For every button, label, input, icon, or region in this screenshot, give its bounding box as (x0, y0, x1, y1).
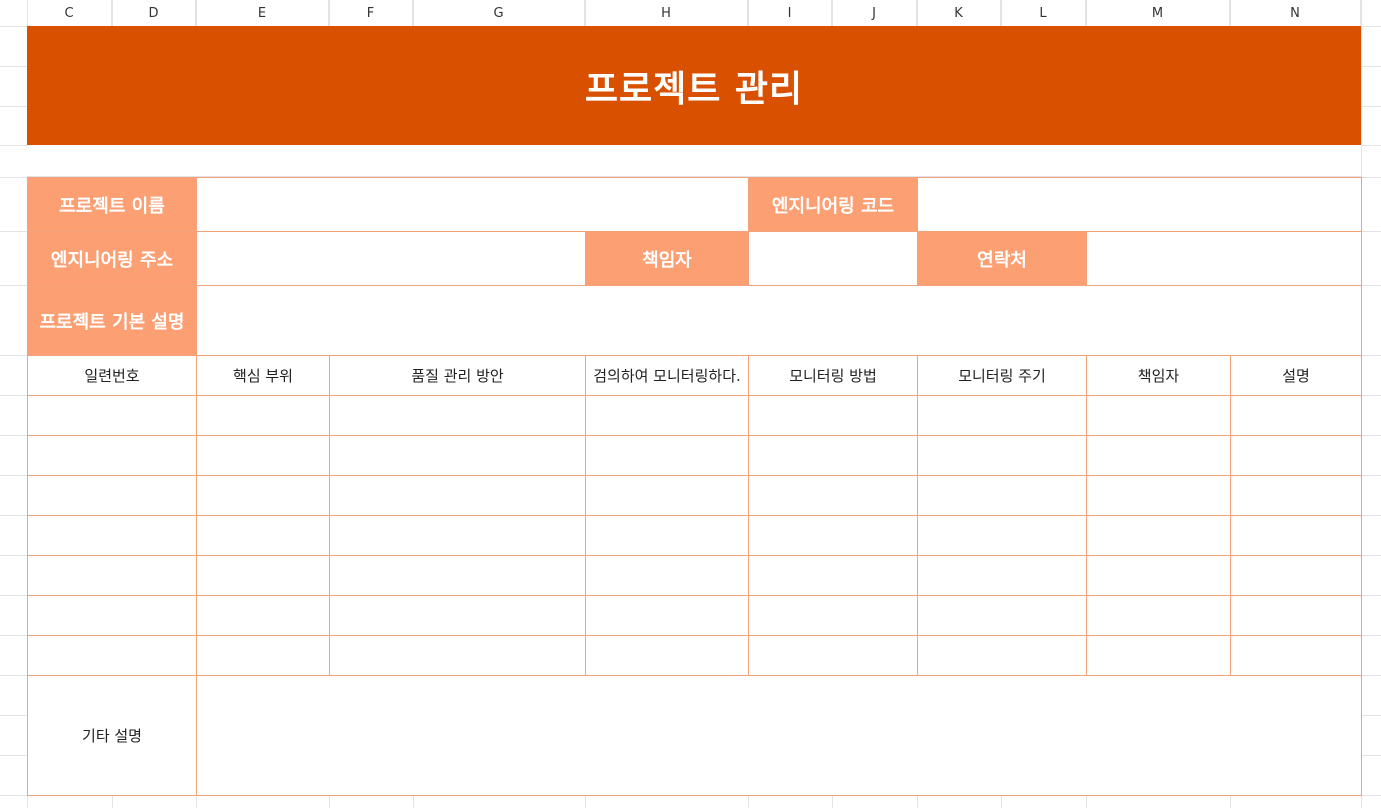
table-cell[interactable] (748, 635, 918, 676)
column-header-n[interactable]: N (1230, 0, 1361, 26)
table-cell[interactable] (917, 635, 1087, 676)
table-cell[interactable] (748, 475, 918, 516)
column-header-f[interactable]: F (329, 0, 413, 26)
table-cell[interactable] (196, 395, 330, 436)
table-header-description[interactable]: 설명 (1230, 355, 1362, 396)
table-cell[interactable] (917, 475, 1087, 516)
table-cell[interactable] (27, 515, 197, 556)
table-cell[interactable] (1086, 555, 1231, 596)
column-header-m[interactable]: M (1086, 0, 1230, 26)
table-cell[interactable] (27, 555, 197, 596)
table-cell[interactable] (585, 635, 749, 676)
column-header-l[interactable]: L (1001, 0, 1086, 26)
table-cell[interactable] (585, 435, 749, 476)
engineering-code-label[interactable]: 엔지니어링 코드 (748, 177, 918, 232)
table-cell[interactable] (196, 475, 330, 516)
column-header-k[interactable]: K (917, 0, 1001, 26)
table-cell[interactable] (27, 595, 197, 636)
table-cell[interactable] (196, 555, 330, 596)
table-cell[interactable] (27, 635, 197, 676)
table-cell[interactable] (585, 395, 749, 436)
table-cell[interactable] (585, 515, 749, 556)
engineering-address-label[interactable]: 엔지니어링 주소 (27, 231, 197, 286)
engineering-address-field[interactable] (196, 231, 586, 286)
table-cell[interactable] (585, 475, 749, 516)
table-header-cycle[interactable]: 모니터링 주기 (917, 355, 1087, 396)
table-cell[interactable] (748, 435, 918, 476)
table-cell[interactable] (917, 395, 1087, 436)
project-description-field[interactable] (196, 285, 1362, 356)
table-cell[interactable] (748, 595, 918, 636)
table-cell[interactable] (585, 555, 749, 596)
table-cell[interactable] (1086, 595, 1231, 636)
table-cell[interactable] (1230, 435, 1362, 476)
project-description-label[interactable]: 프로젝트 기본 설명 (27, 285, 197, 356)
table-cell[interactable] (329, 435, 586, 476)
table-header-responsible[interactable]: 책임자 (1086, 355, 1231, 396)
table-cell[interactable] (1230, 635, 1362, 676)
table-cell[interactable] (917, 435, 1087, 476)
table-header-serial[interactable]: 일련번호 (27, 355, 197, 396)
table-cell[interactable] (196, 515, 330, 556)
table-cell[interactable] (1230, 515, 1362, 556)
contact-label[interactable]: 연락처 (917, 231, 1087, 286)
table-header-quality-plan[interactable]: 품질 관리 방안 (329, 355, 586, 396)
table-cell[interactable] (1230, 475, 1362, 516)
table-cell[interactable] (1086, 515, 1231, 556)
table-cell[interactable] (917, 595, 1087, 636)
responsible-field[interactable] (748, 231, 918, 286)
column-header-h[interactable]: H (585, 0, 748, 26)
table-header-inspect[interactable]: 검의하여 모니터링하다. (585, 355, 749, 396)
project-name-label[interactable]: 프로젝트 이름 (27, 177, 197, 232)
contact-field[interactable] (1086, 231, 1362, 286)
table-header-key-part[interactable]: 핵심 부위 (196, 355, 330, 396)
table-cell[interactable] (329, 475, 586, 516)
title-banner[interactable]: 프로젝트 관리 (27, 26, 1361, 145)
other-notes-label[interactable]: 기타 설명 (27, 675, 197, 796)
table-cell[interactable] (329, 515, 586, 556)
table-header-method[interactable]: 모니터링 방법 (748, 355, 918, 396)
table-cell[interactable] (917, 515, 1087, 556)
project-name-field[interactable] (196, 177, 749, 232)
table-cell[interactable] (748, 515, 918, 556)
table-cell[interactable] (1086, 475, 1231, 516)
column-header-e[interactable]: E (196, 0, 329, 26)
table-cell[interactable] (1086, 435, 1231, 476)
table-cell[interactable] (196, 635, 330, 676)
table-cell[interactable] (329, 595, 586, 636)
table-cell[interactable] (196, 435, 330, 476)
spacer-row[interactable] (27, 145, 1361, 177)
table-cell[interactable] (1230, 555, 1362, 596)
column-header-j[interactable]: J (832, 0, 917, 26)
table-cell[interactable] (585, 595, 749, 636)
column-header-c[interactable]: C (27, 0, 112, 26)
table-cell[interactable] (1086, 395, 1231, 436)
table-cell[interactable] (748, 555, 918, 596)
table-cell[interactable] (329, 635, 586, 676)
table-cell[interactable] (917, 555, 1087, 596)
column-header-g[interactable]: G (413, 0, 585, 26)
table-cell[interactable] (748, 395, 918, 436)
table-cell[interactable] (196, 595, 330, 636)
engineering-code-field[interactable] (917, 177, 1362, 232)
table-cell[interactable] (27, 475, 197, 516)
responsible-label[interactable]: 책임자 (585, 231, 749, 286)
column-header-d[interactable]: D (112, 0, 196, 26)
page-title: 프로젝트 관리 (584, 68, 804, 110)
column-header-i[interactable]: I (748, 0, 832, 26)
table-cell[interactable] (27, 435, 197, 476)
other-notes-field[interactable] (196, 675, 1362, 796)
table-cell[interactable] (27, 395, 197, 436)
table-cell[interactable] (1230, 395, 1362, 436)
table-cell[interactable] (1230, 595, 1362, 636)
table-cell[interactable] (1086, 635, 1231, 676)
table-cell[interactable] (329, 555, 586, 596)
table-cell[interactable] (329, 395, 586, 436)
